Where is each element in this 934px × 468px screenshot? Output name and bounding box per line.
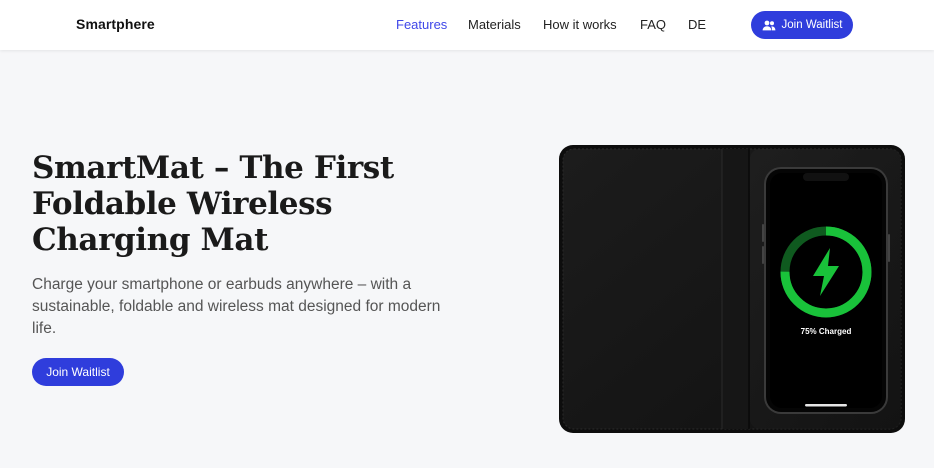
header-join-waitlist-label: Join Waitlist xyxy=(781,19,843,31)
hero-join-waitlist-button[interactable]: Join Waitlist xyxy=(32,358,124,386)
site-header: Smartphere Features Materials How it wor… xyxy=(0,0,934,50)
product-image: 75% Charged xyxy=(558,144,906,434)
header-join-waitlist-button[interactable]: Join Waitlist xyxy=(751,11,853,39)
hero-title: SmartMat – The First Foldable Wireless C… xyxy=(32,150,394,258)
nav-how-it-works[interactable]: How it works xyxy=(543,17,617,32)
phone-charge-status: 75% Charged xyxy=(801,327,852,336)
users-icon xyxy=(762,20,776,31)
hero-subtitle: Charge your smartphone or earbuds anywhe… xyxy=(32,276,441,337)
nav-features[interactable]: Features xyxy=(396,17,447,32)
nav-faq[interactable]: FAQ xyxy=(640,17,666,32)
brand-logo[interactable]: Smartphere xyxy=(76,16,155,32)
nav-language-de[interactable]: DE xyxy=(688,17,706,32)
nav-materials[interactable]: Materials xyxy=(468,17,521,32)
